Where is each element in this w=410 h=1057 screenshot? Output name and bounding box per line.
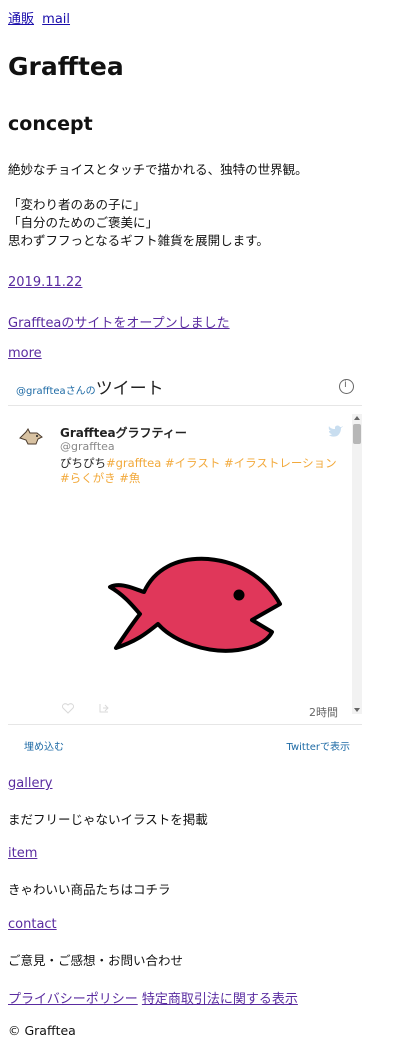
tweet-time[interactable]: 2時間 bbox=[309, 704, 338, 720]
concept-text: 「自分のためのご褒美に」 bbox=[8, 215, 159, 230]
view-on-twitter-link[interactable]: Twitterで表示 bbox=[286, 738, 350, 753]
copyright: © Grafftea bbox=[8, 1023, 76, 1038]
concept-heading: concept bbox=[8, 113, 93, 135]
more-link[interactable]: more bbox=[8, 346, 42, 361]
concept-text: 絶妙なチョイスとタッチで描かれる、独特の世界観。 bbox=[8, 162, 308, 177]
timeline-handle: @grafftea bbox=[16, 386, 66, 397]
timeline-header: @graffteaさんのツイート bbox=[8, 372, 360, 400]
timeline-title: @graffteaさんのツイート bbox=[16, 374, 164, 399]
like-icon[interactable] bbox=[62, 702, 74, 714]
tweet-author[interactable]: Graffteaグラフティー bbox=[60, 424, 187, 441]
contact-desc: ご意見・ご感想・お問い合わせ bbox=[8, 953, 184, 968]
twitter-bird-icon[interactable] bbox=[328, 424, 344, 438]
tweet-handle[interactable]: @grafftea bbox=[60, 440, 115, 453]
avatar[interactable] bbox=[18, 428, 44, 446]
timeline-feed[interactable]: Graffteaグラフティー @grafftea ぴちぴち#grafftea #… bbox=[8, 405, 362, 725]
item-desc: きゃわいい商品たちはコチラ bbox=[8, 882, 171, 897]
concept-text: 思わずフフっとなるギフト雑貨を展開します。 bbox=[8, 233, 269, 248]
news-date-link[interactable]: 2019.11.22 bbox=[8, 275, 82, 290]
share-icon[interactable] bbox=[98, 702, 110, 714]
item-link[interactable]: item bbox=[8, 846, 37, 861]
nav-link-mail[interactable]: mail bbox=[42, 12, 70, 27]
scrollbar[interactable] bbox=[352, 414, 362, 714]
scroll-thumb[interactable] bbox=[353, 424, 361, 444]
concept-text: 「変わり者のあの子に」 bbox=[8, 197, 146, 212]
gallery-link[interactable]: gallery bbox=[8, 776, 52, 791]
tweet-text: ぴちぴち#grafftea #イラスト #イラストレーション #らくがき #魚 bbox=[60, 456, 346, 486]
embed-link[interactable]: 埋め込む bbox=[24, 738, 64, 753]
site-title: Grafftea bbox=[8, 52, 124, 81]
privacy-link[interactable]: プライバシーポリシー bbox=[8, 992, 138, 1007]
footer-links: プライバシーポリシー 特定商取引法に関する表示 bbox=[8, 988, 298, 1007]
commerce-law-link[interactable]: 特定商取引法に関する表示 bbox=[142, 992, 298, 1007]
top-nav: 通販 mail bbox=[8, 8, 74, 27]
scroll-down-icon[interactable] bbox=[354, 708, 360, 712]
contact-link[interactable]: contact bbox=[8, 917, 57, 932]
tweet[interactable]: Graffteaグラフティー @grafftea ぴちぴち#grafftea #… bbox=[16, 414, 346, 719]
fish-illustration[interactable] bbox=[104, 552, 294, 660]
news-item-link[interactable]: Graffteaのサイトをオープンしました bbox=[8, 312, 230, 331]
timeline-label: ツイート bbox=[95, 379, 164, 399]
timeline-handle-suffix: さんの bbox=[65, 386, 96, 397]
info-icon[interactable] bbox=[339, 379, 354, 394]
gallery-desc: まだフリーじゃないイラストを掲載 bbox=[8, 812, 208, 827]
scroll-up-icon[interactable] bbox=[354, 416, 360, 420]
tweet-text-prefix: ぴちぴち bbox=[60, 456, 106, 470]
nav-link-shop[interactable]: 通販 bbox=[8, 12, 34, 27]
